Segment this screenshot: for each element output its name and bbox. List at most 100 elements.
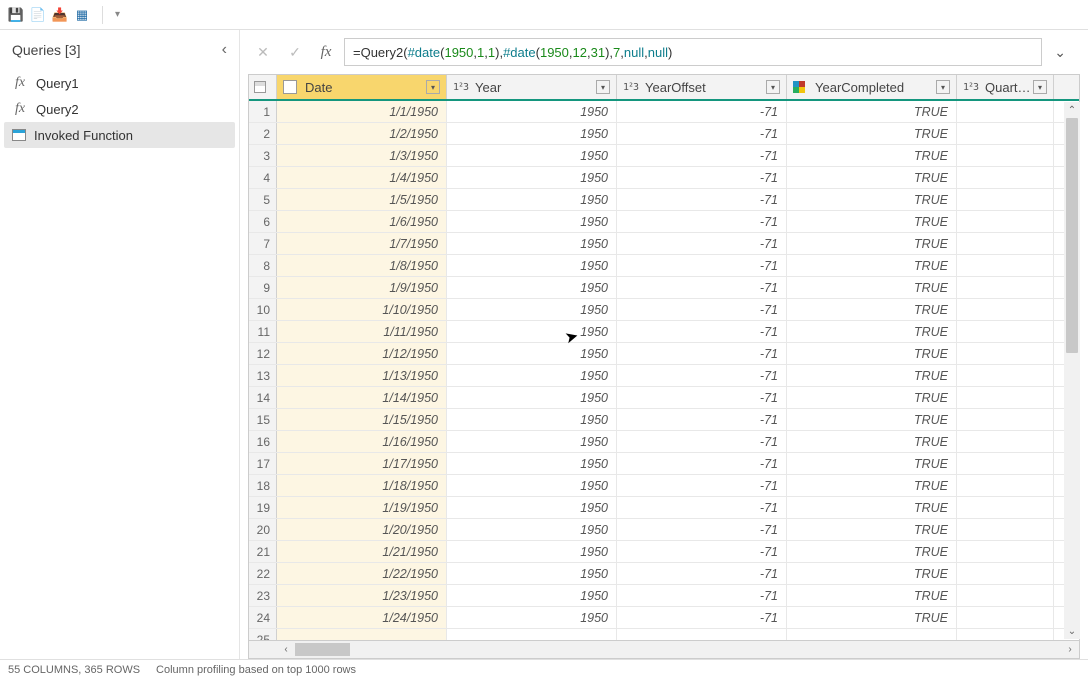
row-number[interactable]: 14 (249, 387, 277, 408)
cell-quarterofyear[interactable] (957, 519, 1054, 540)
row-number[interactable]: 3 (249, 145, 277, 166)
row-number[interactable]: 20 (249, 519, 277, 540)
cell-yearcompleted[interactable]: TRUE (787, 101, 957, 122)
cell-date[interactable]: 1/18/1950 (277, 475, 447, 496)
cell-quarterofyear[interactable] (957, 321, 1054, 342)
cell-quarterofyear[interactable] (957, 255, 1054, 276)
cell-yearcompleted[interactable]: TRUE (787, 519, 957, 540)
column-filter-dropdown[interactable]: ▾ (936, 80, 950, 94)
table-icon[interactable]: ▦ (74, 7, 90, 23)
cell-yearcompleted[interactable]: TRUE (787, 145, 957, 166)
cell-quarterofyear[interactable] (957, 409, 1054, 430)
confirm-formula-icon[interactable]: ✓ (282, 39, 308, 65)
cell-year[interactable]: 1950 (447, 255, 617, 276)
cell-quarterofyear[interactable] (957, 233, 1054, 254)
cell-date[interactable]: 1/17/1950 (277, 453, 447, 474)
cell-year[interactable]: 1950 (447, 519, 617, 540)
cell-quarterofyear[interactable] (957, 277, 1054, 298)
row-number[interactable]: 18 (249, 475, 277, 496)
cell-date[interactable]: 1/7/1950 (277, 233, 447, 254)
row-number[interactable]: 8 (249, 255, 277, 276)
cell-date[interactable]: 1/12/1950 (277, 343, 447, 364)
cell-yearoffset[interactable]: -71 (617, 277, 787, 298)
cell-quarterofyear[interactable] (957, 541, 1054, 562)
table-row[interactable]: 81/8/19501950-71TRUE (249, 255, 1079, 277)
row-number[interactable]: 13 (249, 365, 277, 386)
cell-quarterofyear[interactable] (957, 101, 1054, 122)
row-number[interactable]: 9 (249, 277, 277, 298)
cell-year[interactable]: 1950 (447, 343, 617, 364)
cell-yearoffset[interactable]: -71 (617, 321, 787, 342)
cell-yearoffset[interactable]: -71 (617, 563, 787, 584)
cell-date[interactable]: 1/11/1950 (277, 321, 447, 342)
row-number[interactable]: 25 (249, 629, 277, 640)
cell-year[interactable]: 1950 (447, 387, 617, 408)
cell-date[interactable]: 1/5/1950 (277, 189, 447, 210)
scroll-right-icon[interactable]: › (1061, 644, 1079, 655)
cell-yearoffset[interactable]: -71 (617, 409, 787, 430)
cell-year[interactable]: 1950 (447, 563, 617, 584)
cell-year[interactable]: 1950 (447, 453, 617, 474)
cell-quarterofyear[interactable] (957, 497, 1054, 518)
cell-quarterofyear[interactable] (957, 563, 1054, 584)
cell-quarterofyear[interactable] (957, 211, 1054, 232)
table-row[interactable]: 121/12/19501950-71TRUE (249, 343, 1079, 365)
cell-date[interactable]: 1/15/1950 (277, 409, 447, 430)
cell-quarterofyear[interactable] (957, 453, 1054, 474)
row-number[interactable]: 4 (249, 167, 277, 188)
horizontal-scrollbar[interactable]: ‹ › (248, 641, 1080, 659)
vscroll-thumb[interactable] (1066, 118, 1078, 353)
expand-formula-icon[interactable]: ⌄ (1048, 44, 1072, 61)
cell-quarterofyear[interactable] (957, 475, 1054, 496)
column-header-quarterofyear[interactable]: QuarterOfYear▾ (957, 75, 1054, 99)
enter-data-icon[interactable]: 📥 (52, 7, 68, 23)
cell-yearoffset[interactable]: -71 (617, 365, 787, 386)
cell-year[interactable]: 1950 (447, 431, 617, 452)
query-item-query1[interactable]: fxQuery1 (4, 70, 235, 96)
cell-quarterofyear[interactable] (957, 299, 1054, 320)
row-number[interactable]: 2 (249, 123, 277, 144)
cell-yearoffset[interactable]: -71 (617, 189, 787, 210)
table-row[interactable]: 31/3/19501950-71TRUE (249, 145, 1079, 167)
column-filter-dropdown[interactable]: ▾ (426, 80, 440, 94)
cell-date[interactable]: 1/22/1950 (277, 563, 447, 584)
cell-yearoffset[interactable]: -71 (617, 123, 787, 144)
table-row[interactable]: 51/5/19501950-71TRUE (249, 189, 1079, 211)
table-row[interactable]: 221/22/19501950-71TRUE (249, 563, 1079, 585)
cell-date[interactable]: 1/10/1950 (277, 299, 447, 320)
table-row[interactable]: 151/15/19501950-71TRUE (249, 409, 1079, 431)
cell-yearoffset[interactable]: -71 (617, 299, 787, 320)
row-number[interactable]: 16 (249, 431, 277, 452)
row-number[interactable]: 19 (249, 497, 277, 518)
cell-date[interactable]: 1/14/1950 (277, 387, 447, 408)
cell-date[interactable]: 1/3/1950 (277, 145, 447, 166)
cell-yearcompleted[interactable]: TRUE (787, 255, 957, 276)
cell-quarterofyear[interactable] (957, 629, 1054, 640)
qat-customize-dropdown[interactable]: ▾ (115, 9, 120, 20)
cell-yearcompleted[interactable]: TRUE (787, 453, 957, 474)
cell-yearoffset[interactable]: -71 (617, 211, 787, 232)
row-number[interactable]: 22 (249, 563, 277, 584)
table-row[interactable]: 25 (249, 629, 1079, 640)
column-header-date[interactable]: Date▾ (277, 75, 447, 99)
scroll-down-icon[interactable]: ⌄ (1064, 623, 1080, 639)
row-number[interactable]: 21 (249, 541, 277, 562)
column-filter-dropdown[interactable]: ▾ (596, 80, 610, 94)
cell-yearcompleted[interactable]: TRUE (787, 475, 957, 496)
cell-yearoffset[interactable]: -71 (617, 475, 787, 496)
table-row[interactable]: 101/10/19501950-71TRUE (249, 299, 1079, 321)
cell-yearoffset[interactable]: -71 (617, 519, 787, 540)
row-number[interactable]: 17 (249, 453, 277, 474)
column-filter-dropdown[interactable]: ▾ (766, 80, 780, 94)
cell-quarterofyear[interactable] (957, 167, 1054, 188)
cell-date[interactable]: 1/4/1950 (277, 167, 447, 188)
column-header-yearoffset[interactable]: YearOffset▾ (617, 75, 787, 99)
row-number[interactable]: 5 (249, 189, 277, 210)
cell-date[interactable]: 1/6/1950 (277, 211, 447, 232)
cell-yearcompleted[interactable]: TRUE (787, 409, 957, 430)
cell-date[interactable]: 1/16/1950 (277, 431, 447, 452)
cell-yearcompleted[interactable]: TRUE (787, 189, 957, 210)
cell-date[interactable]: 1/21/1950 (277, 541, 447, 562)
cell-yearoffset[interactable]: -71 (617, 255, 787, 276)
table-row[interactable]: 181/18/19501950-71TRUE (249, 475, 1079, 497)
